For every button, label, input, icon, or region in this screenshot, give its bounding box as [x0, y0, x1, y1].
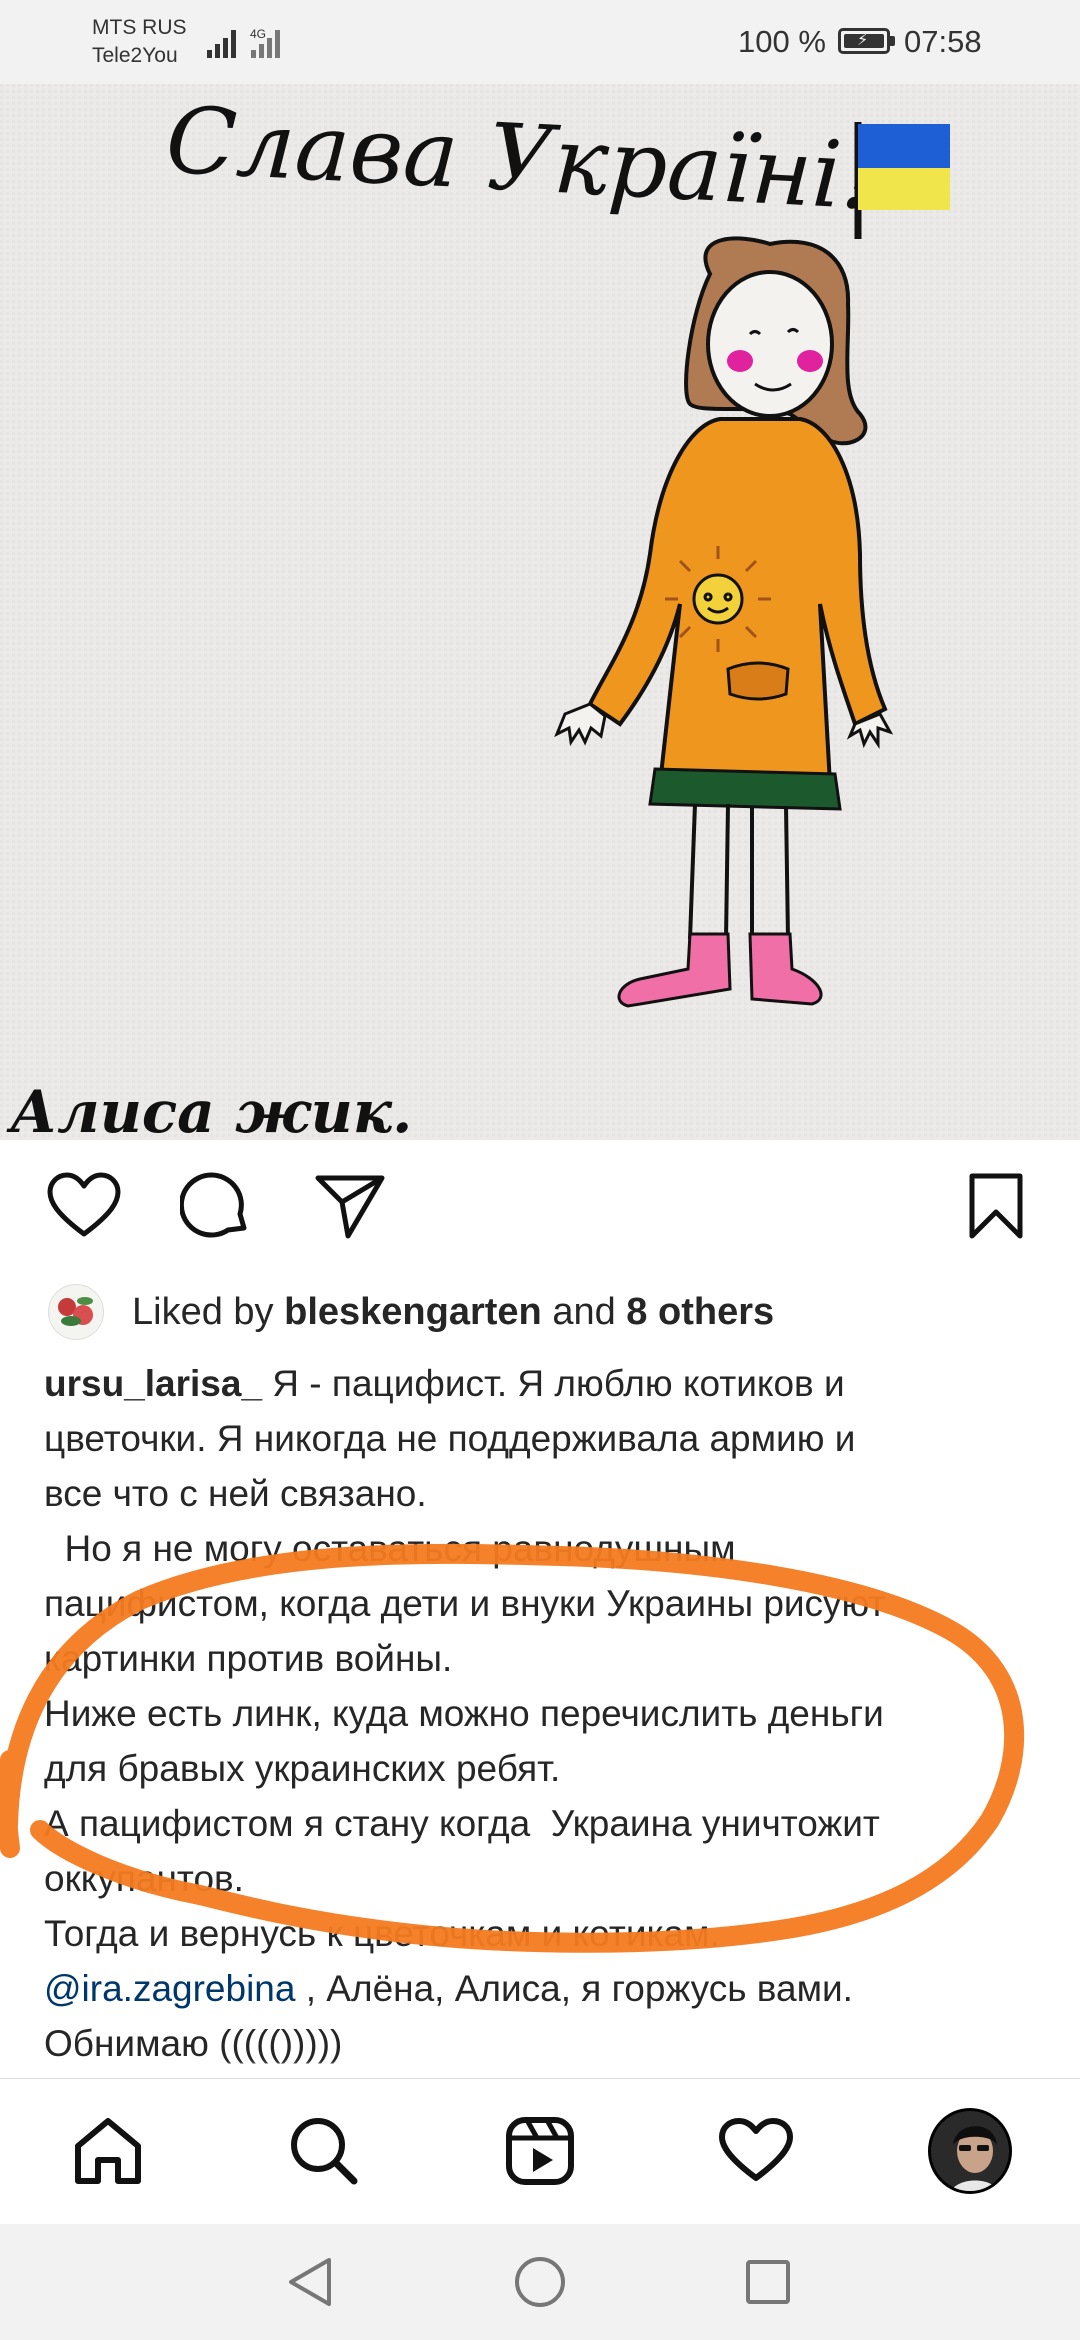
bookmark-icon — [969, 1173, 1023, 1239]
caption-line-6: картинки против войны. — [44, 1638, 453, 1679]
battery-tip — [890, 36, 895, 46]
likes-others-link[interactable]: 8 others — [626, 1291, 774, 1333]
activity-heart-icon — [719, 2118, 793, 2181]
nav-home[interactable] — [66, 2109, 150, 2193]
nav-reels[interactable] — [498, 2109, 582, 2193]
caption-line-2: цветочки. Я никогда не поддерживала арми… — [44, 1418, 856, 1459]
liker-avatar[interactable] — [48, 1284, 104, 1340]
back-icon — [289, 2258, 331, 2306]
comment-button[interactable] — [178, 1168, 254, 1244]
clock: 07:58 — [904, 24, 982, 59]
likes-text: Liked by bleskengarten and 8 others — [132, 1291, 774, 1334]
caption-username[interactable]: ursu_larisa_ — [44, 1363, 262, 1404]
battery-percent: 100 % — [738, 24, 826, 59]
send-icon — [315, 1175, 385, 1239]
post-action-bar — [0, 1140, 1080, 1272]
caption-text-12: , Алёна, Алиса, я горжусь вами. — [295, 1968, 853, 2009]
caption-line-8: для бравых украинских ребят. — [44, 1748, 561, 1789]
caption-line-12: @ira.zagrebina , Алёна, Алиса, я горжусь… — [44, 1961, 1044, 2016]
liker-avatar-image — [58, 1297, 93, 1326]
post-caption: ursu_larisa_ Я - пацифист. Я люблю котик… — [44, 1356, 1044, 2071]
flag-yellow — [858, 168, 950, 210]
search-icon — [291, 2118, 358, 2185]
system-back-button[interactable] — [278, 2250, 342, 2314]
caption-line-5: пацифистом, когда дети и внуки Украины р… — [44, 1583, 886, 1624]
caption-fade — [0, 2060, 1080, 2080]
profile-avatar-image — [931, 2111, 1009, 2191]
home-icon — [75, 2118, 141, 2184]
post-image[interactable]: Слава Україні! Алиса жик. — [0, 84, 1080, 1140]
flag-blue — [858, 124, 950, 168]
caption-line-11: Тогда и вернусь к цветочкам и котикам. — [44, 1913, 720, 1954]
drawing: Слава Україні! Алиса жик. — [0, 84, 1080, 1140]
like-button[interactable] — [46, 1168, 122, 1244]
network-type: 4G — [250, 27, 266, 41]
caption-line-1: ursu_larisa_ Я - пацифист. Я люблю котик… — [44, 1356, 1044, 1411]
liker-username[interactable]: bleskengarten — [284, 1291, 542, 1333]
profile-avatar — [928, 2108, 1012, 2194]
signal-icon: 4G — [207, 27, 280, 58]
caption-mention-link[interactable]: @ira.zagrebina — [44, 1968, 295, 2009]
heart-icon — [47, 1172, 121, 1237]
carrier-labels: MTS RUS Tele2You — [92, 14, 187, 70]
carrier-1: MTS RUS — [92, 16, 187, 39]
nav-search[interactable] — [282, 2109, 366, 2193]
likes-row[interactable]: Liked by bleskengarten and 8 others — [48, 1282, 774, 1342]
likes-prefix: Liked by — [132, 1290, 274, 1333]
status-bar: MTS RUS Tele2You 4G 100 % ⚡ 07:58 — [0, 0, 1080, 84]
save-button[interactable] — [958, 1168, 1034, 1244]
caption-line-3: все что с ней связано. — [44, 1473, 427, 1514]
nav-profile[interactable] — [928, 2108, 1012, 2194]
caption-line-9: А пацифистом я стану когда Украина уничт… — [44, 1803, 880, 1844]
comment-icon — [180, 1172, 247, 1238]
likes-joiner: and — [552, 1290, 616, 1333]
caption-line-7: Ниже есть линк, куда можно перечислить д… — [44, 1693, 884, 1734]
reels-icon — [506, 2117, 574, 2185]
recents-icon — [746, 2260, 790, 2304]
battery-icon: ⚡ — [838, 28, 890, 54]
home-circle-icon — [515, 2257, 565, 2307]
system-home-button[interactable] — [508, 2250, 572, 2314]
nav-activity[interactable] — [714, 2109, 798, 2193]
system-nav-bar — [0, 2224, 1080, 2340]
share-button[interactable] — [312, 1168, 388, 1244]
caption-line-10: оккупантов. — [44, 1858, 244, 1899]
caption-line-4: Но я не могу оставаться равнодушным — [44, 1528, 736, 1569]
bottom-nav-bar — [0, 2078, 1080, 2225]
carrier-2: Tele2You — [92, 44, 178, 67]
caption-text-1: Я - пацифист. Я люблю котиков и — [262, 1363, 845, 1404]
system-recents-button[interactable] — [736, 2250, 800, 2314]
handwritten-signature: Алиса жик. — [6, 1078, 412, 1140]
